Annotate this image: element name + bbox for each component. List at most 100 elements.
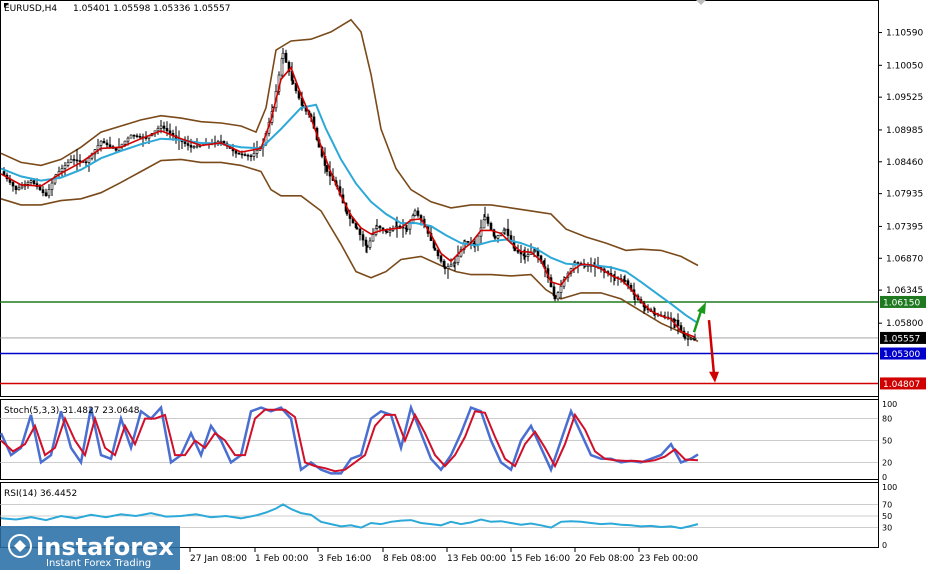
candle-body: [519, 251, 523, 255]
candle-body: [129, 134, 133, 139]
rsi-pane[interactable]: [0, 503, 878, 530]
candle-body: [375, 225, 379, 229]
candle-body: [126, 137, 130, 142]
candle-body: [523, 255, 527, 258]
price-tick-label: 1.08985: [886, 126, 923, 136]
time-tick-label: 27 Jan 08:00: [190, 554, 247, 564]
candle-body: [552, 286, 556, 297]
candle-body: [246, 154, 250, 157]
candle-body: [219, 140, 223, 143]
candle-body: [693, 338, 697, 340]
candle-body: [132, 134, 136, 137]
candle-body: [385, 231, 389, 233]
candle-body: [50, 182, 54, 190]
candle-body: [165, 128, 169, 132]
candle-body: [439, 255, 443, 262]
candle-body: [503, 228, 507, 231]
candle-body: [168, 130, 172, 134]
candle-body: [433, 247, 437, 251]
candle-body: [108, 144, 112, 147]
candle-body: [47, 189, 51, 197]
candle-body: [237, 152, 241, 155]
stoch-tick-label: 50: [882, 437, 892, 446]
rsi-tick-label: 0: [882, 541, 887, 550]
candle-body: [413, 210, 417, 216]
time-tick-label: 15 Feb 16:00: [511, 554, 570, 564]
down-arrow-head-icon: [709, 371, 719, 383]
candle-body: [41, 189, 45, 194]
candle-body: [156, 128, 160, 132]
candle-body: [493, 235, 497, 239]
candle-body: [162, 125, 166, 129]
candle-body: [395, 225, 399, 228]
candle-body: [87, 157, 91, 163]
price-tick-label: 1.08460: [886, 158, 923, 168]
ohlc-label: 1.05401 1.05598 1.05336 1.05557: [73, 4, 230, 14]
candle-body: [255, 149, 259, 154]
rsi-tick-label: 70: [882, 500, 892, 509]
candle-body: [69, 159, 73, 163]
candle-body: [20, 185, 24, 189]
candle-body: [416, 210, 420, 216]
candle-body: [240, 153, 244, 156]
candle-body: [44, 192, 48, 197]
candle-body: [183, 141, 187, 144]
bollinger-lower-line: [0, 158, 699, 343]
time-tick-label: 8 Feb 08:00: [383, 554, 437, 564]
candle-body: [195, 145, 199, 148]
candle-body: [105, 142, 109, 146]
candle-body: [449, 264, 453, 268]
candle-body: [84, 161, 88, 164]
watermark-brand: instaforex: [36, 533, 174, 561]
candle-body: [556, 292, 560, 300]
candle-body: [436, 250, 440, 257]
candle-body: [456, 255, 460, 263]
candle-body: [689, 338, 693, 340]
time-tick-label: 20 Feb 08:00: [575, 554, 634, 564]
candle-body: [60, 168, 64, 172]
candle-body: [138, 136, 142, 138]
time-tick-label: 13 Feb 00:00: [447, 554, 506, 564]
candle-body: [63, 165, 67, 169]
candle-body: [78, 160, 82, 162]
candle-body: [676, 319, 680, 326]
stoch-tick-label: 100: [882, 400, 897, 409]
price-tick-label: 1.07935: [886, 190, 923, 200]
shift-marker-icon[interactable]: [696, 0, 706, 5]
stoch-pane[interactable]: [0, 403, 878, 475]
candle-body: [355, 227, 359, 230]
candle-body: [533, 250, 537, 252]
candle-body: [486, 216, 490, 224]
candle-body: [358, 228, 362, 235]
candle-body: [17, 187, 21, 191]
candle-body: [398, 225, 402, 228]
price-tick-label: 1.09525: [886, 93, 923, 103]
down-arrow-icon: [707, 320, 716, 375]
candle-body: [66, 162, 70, 166]
candle-body: [483, 216, 487, 221]
candle-body: [189, 145, 193, 148]
candle-body: [11, 182, 15, 187]
candle-body: [72, 159, 76, 161]
candle-body: [361, 234, 365, 241]
candle-body: [526, 254, 530, 257]
candle-body: [32, 180, 36, 184]
time-tick-label: 1 Feb 00:00: [255, 554, 309, 564]
main-pane[interactable]: [0, 18, 878, 385]
candle-body: [26, 182, 30, 185]
level-tag-label: 1.06150: [883, 298, 920, 308]
candle-body: [192, 146, 196, 148]
candle-body: [371, 234, 375, 242]
candle-body: [186, 143, 190, 146]
candle-body: [623, 280, 627, 282]
rsi-tick-label: 100: [882, 483, 897, 492]
rsi-title: RSI(14) 36.4452: [4, 489, 77, 499]
candle-body: [476, 235, 480, 245]
watermark-tagline: Instant Forex Trading: [46, 558, 151, 569]
candle-body: [443, 266, 447, 269]
main-pane-frame: [0, 0, 879, 397]
candle-body: [135, 135, 139, 138]
stoch-tick-label: 80: [882, 415, 892, 424]
candle-body: [553, 295, 557, 300]
stoch-tick-label: 20: [882, 458, 892, 467]
